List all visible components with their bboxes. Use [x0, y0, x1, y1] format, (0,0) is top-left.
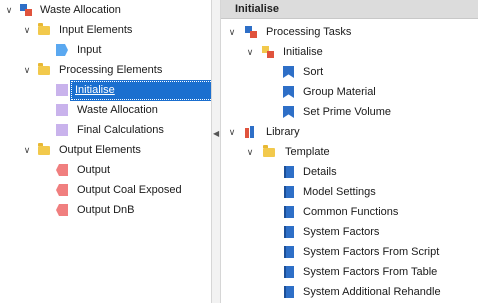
output-icon [56, 164, 68, 176]
tree-node-label: Final Calculations [77, 124, 164, 136]
tree-node-label: Initialise [283, 46, 323, 58]
tree-node-label: Output DnB [77, 204, 135, 216]
app-icon [20, 4, 33, 17]
book-icon [284, 186, 294, 198]
chevron-down-icon[interactable]: ∨ [22, 60, 32, 80]
task-icon [283, 66, 294, 78]
library-icon [245, 126, 258, 139]
panel-splitter[interactable]: ◀ [211, 0, 221, 303]
chevron-down-icon[interactable]: ∨ [4, 0, 14, 20]
book-icon [284, 166, 294, 178]
tree-node-label: Group Material [303, 86, 376, 98]
tree-node-label: Model Settings [303, 186, 376, 198]
chevron-down-icon[interactable]: ∨ [245, 142, 255, 162]
tree-node-label: Waste Allocation [77, 104, 158, 116]
task-group-icon [262, 46, 275, 59]
tree-node-label: System Additional Rehandle [303, 286, 441, 298]
collapse-left-icon[interactable]: ◀ [213, 129, 219, 138]
chevron-down-icon[interactable]: ∨ [245, 42, 255, 62]
tree-node-label: Sort [303, 66, 324, 78]
left-tree-panel: ∨ Waste Allocation ∨ Input Elements Inpu… [0, 0, 211, 303]
tree-node-label: Output Elements [59, 144, 141, 156]
tree-node-label: System Factors From Table [303, 266, 438, 278]
processing-icon [56, 84, 68, 96]
chevron-down-icon[interactable]: ∨ [22, 20, 32, 40]
tree-node-label: Processing Tasks [266, 26, 352, 38]
chevron-down-icon[interactable]: ∨ [22, 140, 32, 160]
output-icon [56, 184, 68, 196]
tree-node-initialise[interactable]: Initialise [0, 80, 211, 101]
output-icon [56, 204, 68, 216]
tree-node-label: System Factors From Script [303, 246, 440, 258]
processing-icon [56, 124, 68, 136]
tree-node-label: Input Elements [59, 24, 133, 36]
processing-tasks-icon [245, 26, 258, 39]
tree-node-label: Output [77, 164, 111, 176]
chevron-down-icon[interactable]: ∨ [227, 122, 237, 142]
tree-node-label: Waste Allocation [40, 4, 121, 16]
folder-icon [38, 143, 50, 155]
tree-node-label: Common Functions [303, 206, 399, 218]
folder-icon [38, 23, 50, 35]
book-icon [284, 286, 294, 298]
tree-node-label: Template [285, 146, 330, 158]
tree-node-label-selected: Initialise [70, 80, 211, 101]
tree-node-label: Input [77, 44, 102, 56]
book-icon [284, 266, 294, 278]
task-icon [283, 86, 294, 98]
tree-node-label: Output Coal Exposed [77, 184, 182, 196]
book-icon [284, 226, 294, 238]
tree-node-label: Library [266, 126, 300, 138]
right-detail-panel: Initialise ∨ Processing Tasks ∨ Initiali… [221, 0, 478, 303]
book-icon [284, 246, 294, 258]
tree-node-label: Set Prime Volume [303, 106, 392, 118]
book-icon [284, 206, 294, 218]
task-tree: ∨ Processing Tasks ∨ Initialise Sort Gro… [221, 19, 478, 303]
tree-node-label: Details [303, 166, 337, 178]
tree-node-label: Processing Elements [59, 64, 163, 76]
folder-icon [38, 63, 50, 75]
folder-icon [263, 145, 275, 157]
input-icon [56, 44, 68, 56]
processing-icon [56, 104, 68, 116]
panel-header: Initialise [221, 0, 478, 19]
task-icon [283, 106, 294, 118]
tree-node-label: System Factors [303, 226, 380, 238]
chevron-down-icon[interactable]: ∨ [227, 22, 237, 42]
